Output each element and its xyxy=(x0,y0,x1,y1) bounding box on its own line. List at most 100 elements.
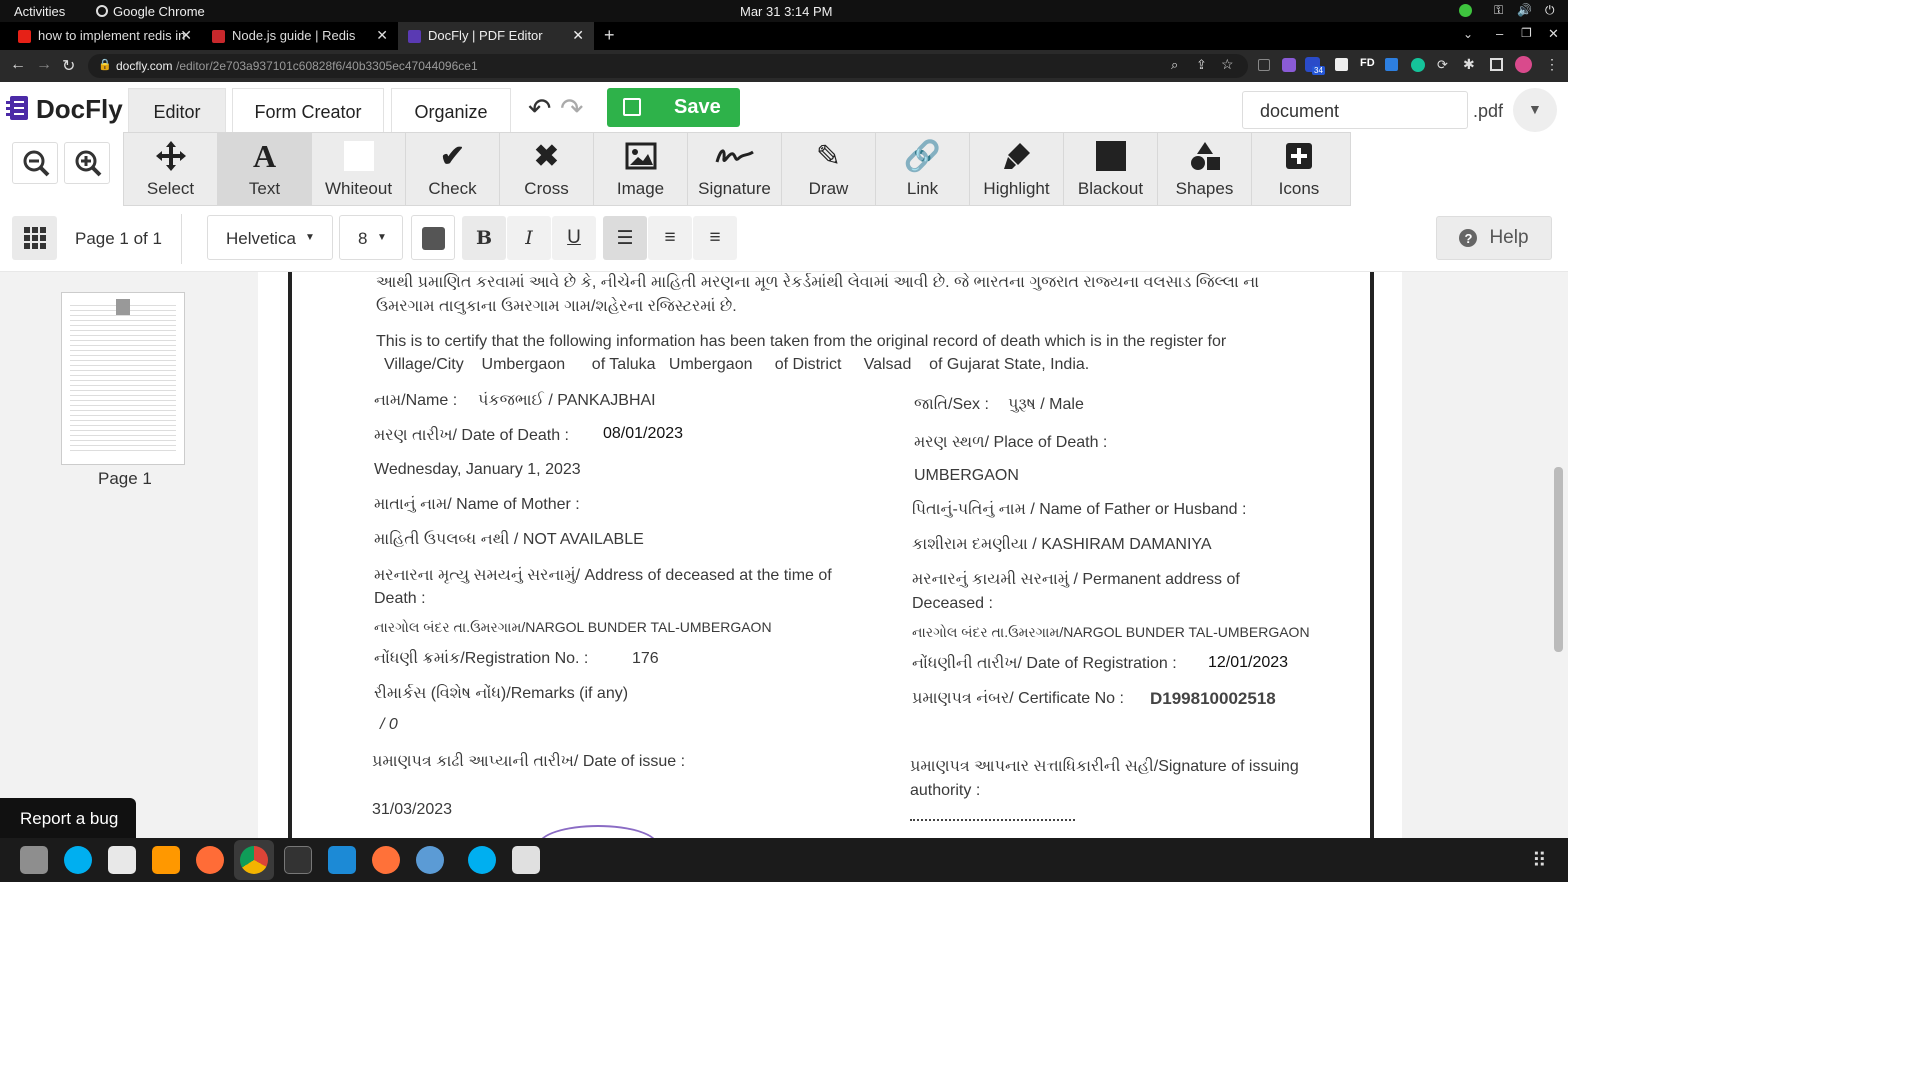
tool-signature[interactable]: Signature xyxy=(688,133,782,205)
power-icon[interactable]: ⏻ xyxy=(1545,3,1555,18)
page-thumbnails-sidebar: Page 1 xyxy=(0,272,246,838)
side-panel-icon[interactable] xyxy=(1490,58,1503,71)
tool-draw[interactable]: ✎ Draw xyxy=(782,133,876,205)
editor-toolbar: Select A Text Whiteout ✔ Check ✖ Cross Imag… xyxy=(123,132,1351,206)
vscode-icon[interactable] xyxy=(328,846,356,874)
close-icon[interactable]: ✕ xyxy=(376,27,388,44)
filename-input[interactable]: document xyxy=(1242,91,1468,129)
minimize-icon[interactable]: – xyxy=(1496,26,1503,41)
forward-icon[interactable]: → xyxy=(36,56,52,74)
help-button[interactable]: ? Help xyxy=(1436,216,1552,260)
new-tab-button[interactable]: + xyxy=(604,25,615,46)
maximize-icon[interactable]: ❐ xyxy=(1521,26,1532,40)
close-icon[interactable]: ✕ xyxy=(572,27,584,44)
tab-docfly[interactable]: DocFly | PDF Editor ✕ xyxy=(398,22,594,50)
postman-icon[interactable] xyxy=(196,846,224,874)
tool-link[interactable]: 🔗 Link xyxy=(876,133,970,205)
extension-f-icon[interactable] xyxy=(1385,58,1398,71)
os-taskbar: ⠿ xyxy=(0,838,1568,882)
terminal-icon[interactable] xyxy=(284,846,312,874)
document-canvas[interactable]: આથી પ્રમાણિત કરવામાં આવે છે કે, નીચેની મ… xyxy=(246,272,1568,838)
activities-button[interactable]: Activities xyxy=(14,4,65,19)
tab-redis-implement[interactable]: how to implement redis in ✕ xyxy=(8,22,202,50)
text-color-button[interactable] xyxy=(411,215,455,260)
thumbnails-toggle-button[interactable] xyxy=(12,216,57,260)
align-center-button[interactable]: ≡ xyxy=(648,216,692,260)
date-of-death-value: 08/01/2023 xyxy=(603,425,684,442)
cross-icon: ✖ xyxy=(533,139,560,173)
tab-organize[interactable]: Organize xyxy=(391,88,511,134)
name-value: પંકજભાઈ / PANKAJBHAI xyxy=(478,392,656,409)
profile-avatar[interactable] xyxy=(1515,56,1532,73)
undo-icon[interactable]: ↶ xyxy=(528,92,551,125)
italic-icon: I xyxy=(525,227,533,249)
skype-icon[interactable] xyxy=(64,846,92,874)
share-icon[interactable]: ⇪ xyxy=(1196,57,1207,73)
tool-select[interactable]: Select xyxy=(124,133,218,205)
font-size-select[interactable]: 8 ▼ xyxy=(339,215,403,260)
tool-text[interactable]: A Text xyxy=(218,133,312,205)
extensions-puzzle-icon[interactable]: ✱ xyxy=(1463,56,1475,73)
app-icon[interactable] xyxy=(108,846,136,874)
close-icon[interactable]: ✕ xyxy=(180,27,192,44)
tab-search-icon[interactable]: ⌄ xyxy=(1463,27,1473,41)
align-right-button[interactable]: ≡ xyxy=(693,216,737,260)
tool-whiteout[interactable]: Whiteout xyxy=(312,133,406,205)
tool-blackout[interactable]: Blackout xyxy=(1064,133,1158,205)
skype-icon-2[interactable] xyxy=(468,846,496,874)
chrome-menu-icon[interactable]: ⋮ xyxy=(1545,56,1559,73)
font-family-select[interactable]: Helvetica ▼ xyxy=(207,215,333,260)
files-icon[interactable] xyxy=(20,846,48,874)
extension-pen-icon[interactable] xyxy=(1282,58,1296,72)
window-close-icon[interactable]: ✕ xyxy=(1548,26,1559,42)
date-of-death-label: મરણ તારીખ/ Date of Death : xyxy=(374,427,570,444)
volume-icon[interactable]: 🔊 xyxy=(1517,3,1532,17)
network-icon[interactable]: ⚿ xyxy=(1494,3,1503,18)
vertical-scrollbar[interactable] xyxy=(1554,467,1563,652)
certificate-no-label: પ્રમાણપત્ર નંબર/ Certificate No : xyxy=(912,690,1124,707)
file-menu-dropdown[interactable]: ▼ xyxy=(1513,88,1557,132)
tool-shapes[interactable]: Shapes xyxy=(1158,133,1252,205)
bookmark-star-icon[interactable]: ☆ xyxy=(1221,56,1234,73)
redo-icon[interactable]: ↷ xyxy=(560,92,583,125)
reload-icon[interactable]: ↻ xyxy=(62,56,75,76)
report-bug-button[interactable]: Report a bug xyxy=(0,798,136,838)
extension-fd-icon[interactable]: FD xyxy=(1360,57,1375,69)
sublime-icon[interactable] xyxy=(152,846,180,874)
thunderbird-icon[interactable] xyxy=(416,846,444,874)
page-thumbnail[interactable] xyxy=(61,292,185,465)
docfly-logo[interactable]: DocFly xyxy=(36,94,123,125)
tab-nodejs-guide[interactable]: Node.js guide | Redis ✕ xyxy=(202,22,398,50)
tool-check[interactable]: ✔ Check xyxy=(406,133,500,205)
clock[interactable]: Mar 31 3:14 PM xyxy=(740,4,833,19)
certificate-no-value: D199810002518 xyxy=(1150,689,1276,708)
tool-highlight[interactable]: Highlight xyxy=(970,133,1064,205)
chrome-icon[interactable] xyxy=(240,846,268,874)
underline-button[interactable]: U xyxy=(552,216,596,260)
bold-button[interactable]: B xyxy=(462,216,506,260)
back-icon[interactable]: ← xyxy=(10,56,26,74)
tab-editor[interactable]: Editor xyxy=(128,88,226,134)
align-center-icon: ≡ xyxy=(664,227,676,248)
tool-image[interactable]: Image xyxy=(594,133,688,205)
firefox-icon[interactable] xyxy=(372,846,400,874)
align-left-button[interactable]: ☰ xyxy=(603,216,647,260)
save-button[interactable]: Save xyxy=(607,88,740,127)
tool-cross[interactable]: ✖ Cross xyxy=(500,133,594,205)
extension-b-icon[interactable] xyxy=(1335,58,1348,71)
tool-icons[interactable]: Icons xyxy=(1252,133,1346,205)
zoom-icon[interactable]: ⌕ xyxy=(1171,57,1178,73)
chrome-app-icon xyxy=(96,5,108,17)
zoom-in-button[interactable] xyxy=(64,142,110,184)
tab-form-creator[interactable]: Form Creator xyxy=(232,88,384,134)
zoom-out-button[interactable] xyxy=(12,142,58,184)
grammarly-icon[interactable] xyxy=(1411,58,1425,72)
app-grid-icon[interactable]: ⠿ xyxy=(1532,848,1547,873)
url-field[interactable]: 🔒 docfly.com /editor/2e703a937101c60828f… xyxy=(88,54,1248,78)
name-label: નામ/Name : xyxy=(374,392,458,409)
update-indicator-icon[interactable] xyxy=(1459,4,1472,17)
italic-button[interactable]: I xyxy=(507,216,551,260)
extension-sync-icon[interactable]: ⟳ xyxy=(1437,57,1448,73)
extension-icon[interactable] xyxy=(1258,59,1270,71)
trash-icon[interactable] xyxy=(512,846,540,874)
